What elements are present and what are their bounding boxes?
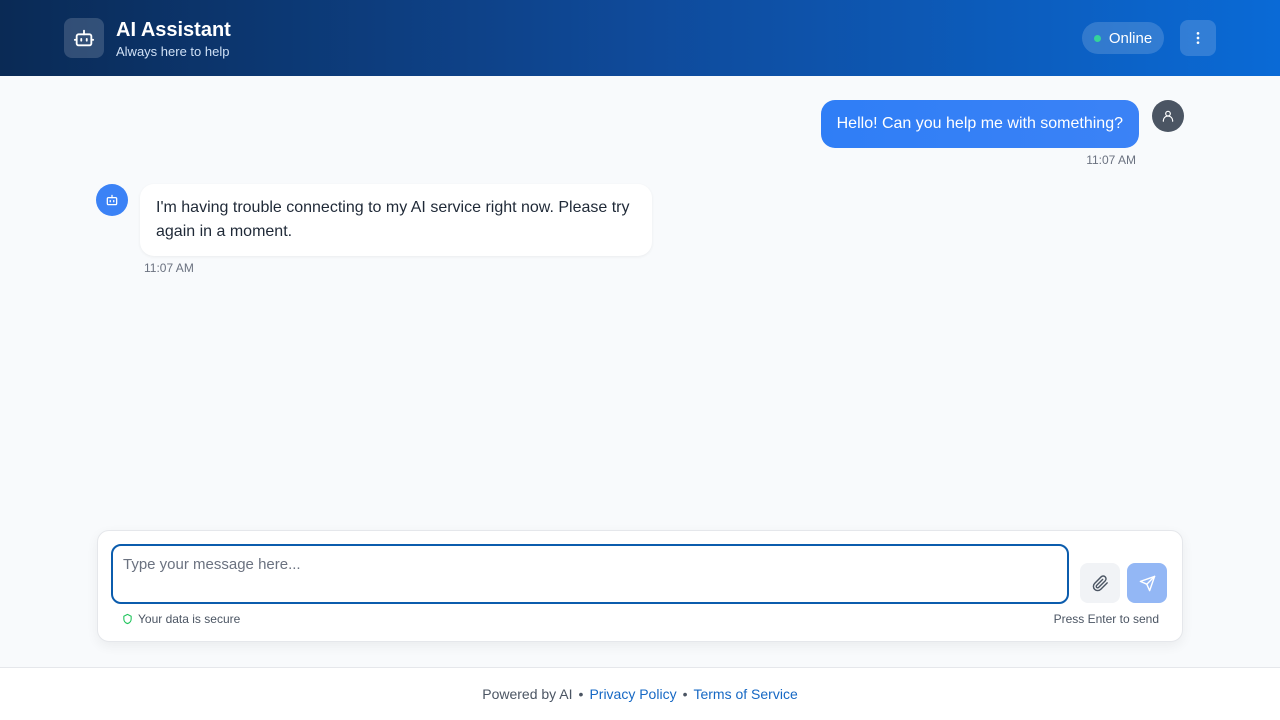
more-vertical-icon bbox=[1196, 32, 1200, 44]
user-avatar bbox=[1152, 100, 1184, 132]
online-dot-icon bbox=[1093, 34, 1101, 42]
footer-separator: • bbox=[578, 686, 584, 702]
paperclip-icon bbox=[1092, 574, 1108, 591]
user-icon bbox=[1162, 110, 1174, 122]
assistant-message-time: 11:07 AM bbox=[144, 261, 194, 275]
status-badge: Online bbox=[1082, 22, 1164, 54]
page-footer: Powered by AI • Privacy Policy • Terms o… bbox=[0, 667, 1280, 720]
robot-icon bbox=[106, 194, 118, 206]
security-note: Your data is secure bbox=[122, 612, 240, 626]
footer-separator: • bbox=[682, 686, 688, 702]
privacy-policy-link[interactable]: Privacy Policy bbox=[589, 686, 676, 702]
shield-icon bbox=[123, 613, 132, 625]
app-subtitle: Always here to help bbox=[116, 44, 230, 59]
send-icon bbox=[1139, 575, 1155, 591]
message-composer: Your data is secure Press Enter to send bbox=[97, 530, 1183, 642]
security-note-label: Your data is secure bbox=[138, 612, 241, 626]
user-message-bubble: Hello! Can you help me with something? bbox=[820, 100, 1139, 148]
send-hint: Press Enter to send bbox=[1053, 612, 1159, 626]
status-label: Online bbox=[1108, 29, 1153, 47]
app-title: AI Assistant bbox=[116, 19, 231, 41]
attach-button[interactable] bbox=[1080, 563, 1120, 603]
user-message-time: 11:07 AM bbox=[1086, 153, 1136, 167]
powered-by-text: Powered by AI bbox=[482, 686, 573, 702]
terms-of-service-link[interactable]: Terms of Service bbox=[693, 686, 797, 702]
assistant-avatar bbox=[96, 184, 128, 216]
assistant-message-bubble: I'm having trouble connecting to my AI s… bbox=[140, 184, 652, 256]
message-input[interactable] bbox=[111, 544, 1069, 604]
app-header: AI Assistant Always here to help Online bbox=[0, 0, 1280, 76]
menu-button[interactable] bbox=[1180, 20, 1216, 56]
robot-icon bbox=[64, 18, 104, 58]
send-button[interactable] bbox=[1127, 563, 1167, 603]
